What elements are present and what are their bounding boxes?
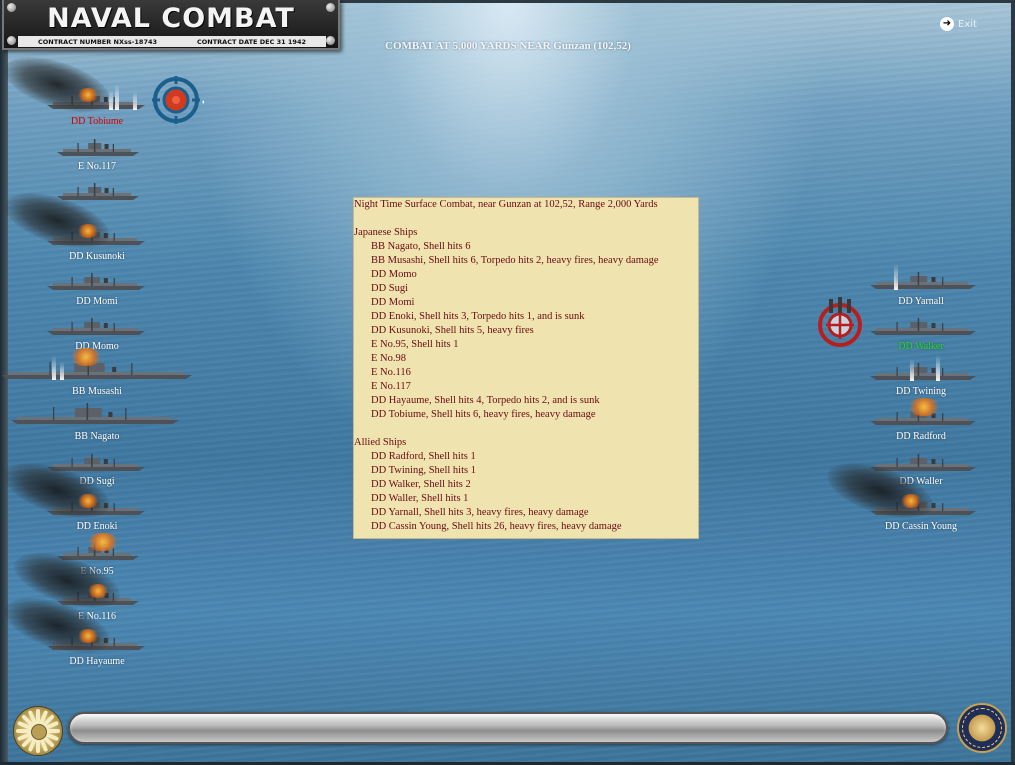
ship-dd-momo[interactable]: [47, 318, 145, 336]
exit-button[interactable]: ➜ Exit: [940, 15, 1000, 33]
report-line: BB Nagato, Shell hits 6: [371, 241, 471, 252]
ship-label: DD Momi: [76, 296, 118, 307]
ship-label: DD Yarnall: [898, 296, 944, 307]
report-heading: Night Time Surface Combat, near Gunzan a…: [354, 199, 658, 210]
ship-e-no-117[interactable]: [57, 139, 139, 157]
combat-report-text: Night Time Surface Combat, near Gunzan a…: [354, 198, 659, 534]
ship-label: DD Sugi: [79, 476, 115, 487]
ship-dd-enoki[interactable]: [47, 498, 145, 516]
ship-label: DD Enoki: [76, 521, 118, 532]
ship-dd-cassin-young[interactable]: [870, 498, 976, 516]
contract-date: CONTRACT DATE DEC 31 1942: [197, 37, 306, 46]
ship-unnamed[interactable]: [57, 183, 139, 201]
game-title: NAVAL COMBAT: [47, 3, 295, 34]
ship-e-no-95[interactable]: [57, 543, 139, 561]
ship-dd-walker[interactable]: [870, 318, 976, 336]
ship-label: DD Radford: [896, 431, 946, 442]
ship-dd-radford[interactable]: [870, 408, 976, 426]
screw-icon: [7, 36, 16, 45]
navy-seal-icon[interactable]: [957, 703, 1007, 753]
combat-report-panel: Night Time Surface Combat, near Gunzan a…: [353, 197, 699, 539]
frame-right: [1011, 0, 1015, 765]
exit-label: Exit: [958, 18, 977, 30]
ship-dd-twining[interactable]: [870, 363, 976, 381]
title-plate: NAVAL COMBAT CONTRACT NUMBER NXss-18743 …: [2, 0, 340, 50]
ship-bb-nagato[interactable]: [11, 403, 179, 425]
ship-label: DD Cassin Young: [885, 521, 957, 532]
ship-label: E No.116: [78, 611, 116, 622]
gunsight-target-icon[interactable]: [816, 297, 866, 354]
report-line: DD Waller, Shell hits 1: [371, 493, 469, 504]
report-line: DD Walker, Shell hits 2: [371, 479, 471, 490]
report-line: BB Musashi, Shell hits 6, Torpedo hits 2…: [371, 255, 659, 266]
ship-e-no-116[interactable]: [57, 588, 139, 606]
report-line: DD Yarnall, Shell hits 3, heavy fires, h…: [371, 507, 589, 518]
ship-label: DD Hayaume: [69, 656, 125, 667]
ship-label: E No.117: [78, 161, 116, 172]
ship-label: DD Walker: [898, 341, 944, 352]
report-line: E No.98: [371, 353, 406, 364]
ship-dd-kusunoki[interactable]: [47, 228, 145, 246]
ship-dd-tobiume[interactable]: [47, 92, 145, 110]
report-line: DD Radford, Shell hits 1: [371, 451, 476, 462]
report-line: DD Enoki, Shell hits 3, Torpedo hits 1, …: [371, 311, 585, 322]
status-message-bar: [68, 712, 948, 744]
ship-label: DD Waller: [899, 476, 943, 487]
contract-strip: CONTRACT NUMBER NXss-18743 CONTRACT DATE…: [18, 36, 326, 47]
frame-left: [0, 0, 8, 765]
ship-bb-musashi[interactable]: [2, 358, 192, 380]
contract-number: CONTRACT NUMBER NXss-18743: [37, 37, 158, 46]
ship-dd-momi[interactable]: [47, 273, 145, 291]
arrow-circle-icon: ➜: [940, 17, 954, 31]
ship-dd-sugi[interactable]: [47, 454, 145, 472]
ship-dd-hayaume[interactable]: [47, 633, 145, 651]
report-line: DD Tobiume, Shell hits 6, heavy fires, h…: [371, 409, 596, 420]
ship-label: DD Momo: [75, 341, 119, 352]
allied-ships-title: Allied Ships: [354, 437, 407, 448]
report-line: E No.116: [371, 367, 411, 378]
ship-label: DD Tobiume: [70, 116, 124, 127]
ship-label: BB Musashi: [72, 386, 122, 397]
crosshair-target-icon[interactable]: [152, 76, 206, 131]
report-line: DD Twining, Shell hits 1: [371, 465, 476, 476]
ship-label: DD Twining: [896, 386, 946, 397]
ship-label: BB Nagato: [74, 431, 120, 442]
report-line: DD Kusunoki, Shell hits 5, heavy fires: [371, 325, 534, 336]
chrysanthemum-icon[interactable]: [13, 706, 63, 756]
report-line: DD Sugi: [371, 283, 409, 294]
report-line: E No.95, Shell hits 1: [371, 339, 459, 350]
report-line: DD Momo: [371, 269, 417, 280]
ship-dd-yarnall[interactable]: [870, 272, 976, 290]
report-line: E No.117: [371, 381, 411, 392]
ship-dd-waller[interactable]: [870, 454, 976, 472]
japanese-ships-title: Japanese Ships: [354, 227, 418, 238]
report-line: DD Cassin Young, Shell hits 26, heavy fi…: [371, 521, 622, 532]
ship-label: E No.95: [80, 566, 114, 577]
report-line: DD Momi: [371, 297, 415, 308]
report-line: DD Hayaume, Shell hits 4, Torpedo hits 2…: [371, 395, 600, 406]
ship-label: DD Kusunoki: [69, 251, 125, 262]
combat-status-message: COMBAT AT 5,000 YARDS NEAR Gunzan (102,5…: [385, 40, 631, 52]
screw-icon: [326, 36, 335, 45]
